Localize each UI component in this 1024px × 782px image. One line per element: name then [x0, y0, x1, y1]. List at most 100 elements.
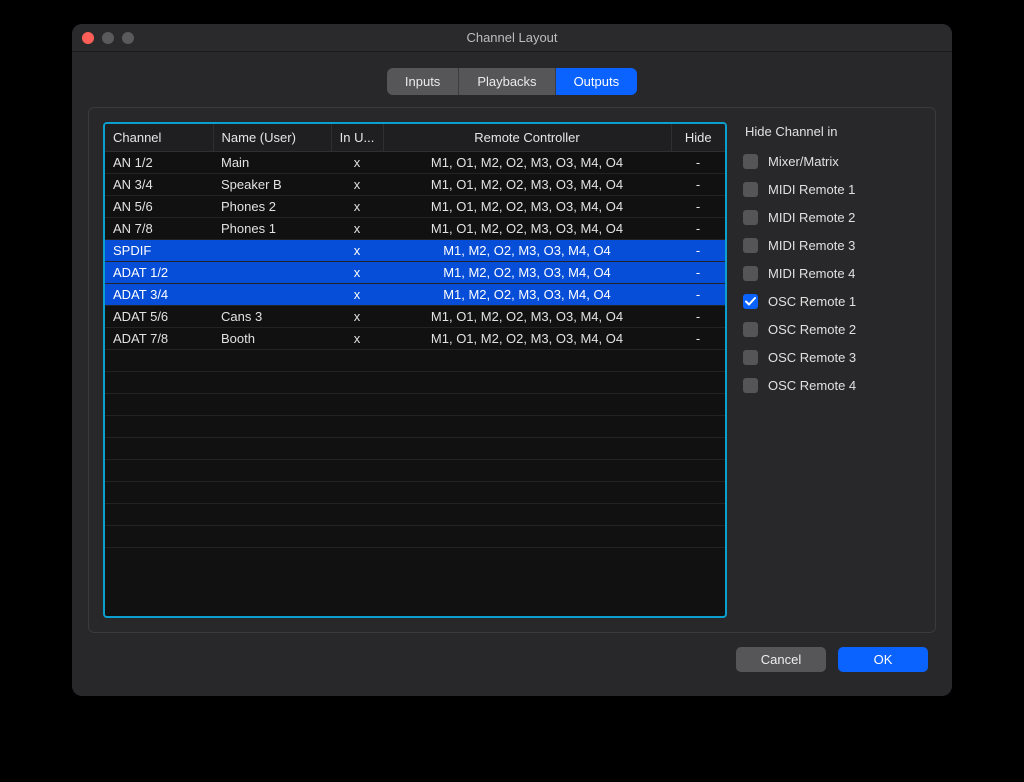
- checkbox-icon[interactable]: [743, 350, 758, 365]
- cell-name[interactable]: Speaker B: [213, 174, 331, 196]
- cell-inuse[interactable]: x: [331, 152, 383, 174]
- tab-playbacks[interactable]: Playbacks: [458, 68, 554, 95]
- cell-hide[interactable]: -: [671, 306, 725, 328]
- col-header-inuse[interactable]: In U...: [331, 124, 383, 152]
- cell-name[interactable]: Phones 2: [213, 196, 331, 218]
- cell-channel[interactable]: ADAT 7/8: [105, 328, 213, 350]
- table-row-empty: [105, 394, 725, 416]
- checkbox-icon[interactable]: [743, 210, 758, 225]
- checkbox-icon[interactable]: [743, 182, 758, 197]
- col-header-hide[interactable]: Hide: [671, 124, 725, 152]
- checkbox-label: OSC Remote 4: [768, 378, 856, 393]
- cell-remote[interactable]: M1, O1, M2, O2, M3, O3, M4, O4: [383, 174, 671, 196]
- checkbox-icon[interactable]: [743, 294, 758, 309]
- cell-channel[interactable]: ADAT 1/2: [105, 262, 213, 284]
- cell-inuse[interactable]: x: [331, 284, 383, 306]
- checkbox-label: Mixer/Matrix: [768, 154, 839, 169]
- checkbox-icon[interactable]: [743, 154, 758, 169]
- checkbox-label: OSC Remote 2: [768, 322, 856, 337]
- hide-option[interactable]: OSC Remote 3: [743, 350, 921, 365]
- titlebar: Channel Layout: [72, 24, 952, 52]
- cell-remote[interactable]: M1, M2, O2, M3, O3, M4, O4: [383, 284, 671, 306]
- cell-channel[interactable]: ADAT 5/6: [105, 306, 213, 328]
- table-row[interactable]: SPDIF xM1, M2, O2, M3, O3, M4, O4-: [105, 240, 725, 262]
- cell-hide[interactable]: -: [671, 240, 725, 262]
- hide-option[interactable]: MIDI Remote 2: [743, 210, 921, 225]
- cell-inuse[interactable]: x: [331, 262, 383, 284]
- sidebar-title: Hide Channel in: [743, 124, 921, 139]
- checkbox-label: MIDI Remote 1: [768, 182, 855, 197]
- cell-inuse[interactable]: x: [331, 306, 383, 328]
- cell-channel[interactable]: AN 3/4: [105, 174, 213, 196]
- cell-remote[interactable]: M1, O1, M2, O2, M3, O3, M4, O4: [383, 152, 671, 174]
- cell-name[interactable]: [213, 240, 331, 262]
- table-row-empty: [105, 504, 725, 526]
- checkbox-icon[interactable]: [743, 378, 758, 393]
- cell-inuse[interactable]: x: [331, 196, 383, 218]
- col-header-channel[interactable]: Channel: [105, 124, 213, 152]
- cell-hide[interactable]: -: [671, 196, 725, 218]
- table-row-empty: [105, 438, 725, 460]
- cell-name[interactable]: Main: [213, 152, 331, 174]
- table-row[interactable]: AN 5/6Phones 2xM1, O1, M2, O2, M3, O3, M…: [105, 196, 725, 218]
- cell-remote[interactable]: M1, O1, M2, O2, M3, O3, M4, O4: [383, 218, 671, 240]
- cell-inuse[interactable]: x: [331, 328, 383, 350]
- cell-remote[interactable]: M1, M2, O2, M3, O3, M4, O4: [383, 262, 671, 284]
- checkbox-icon[interactable]: [743, 266, 758, 281]
- checkbox-icon[interactable]: [743, 238, 758, 253]
- col-header-name[interactable]: Name (User): [213, 124, 331, 152]
- checkbox-label: OSC Remote 3: [768, 350, 856, 365]
- cell-channel[interactable]: AN 7/8: [105, 218, 213, 240]
- cell-name[interactable]: [213, 284, 331, 306]
- cell-hide[interactable]: -: [671, 284, 725, 306]
- cell-hide[interactable]: -: [671, 218, 725, 240]
- table-row[interactable]: ADAT 5/6Cans 3xM1, O1, M2, O2, M3, O3, M…: [105, 306, 725, 328]
- channel-table[interactable]: Channel Name (User) In U... Remote Contr…: [105, 124, 725, 548]
- cell-channel[interactable]: AN 5/6: [105, 196, 213, 218]
- cell-inuse[interactable]: x: [331, 218, 383, 240]
- hide-option[interactable]: OSC Remote 1: [743, 294, 921, 309]
- cell-name[interactable]: [213, 262, 331, 284]
- checkbox-label: OSC Remote 1: [768, 294, 856, 309]
- hide-option[interactable]: MIDI Remote 3: [743, 238, 921, 253]
- checkbox-label: MIDI Remote 2: [768, 210, 855, 225]
- hide-option[interactable]: OSC Remote 4: [743, 378, 921, 393]
- cell-hide[interactable]: -: [671, 174, 725, 196]
- cell-name[interactable]: Cans 3: [213, 306, 331, 328]
- table-row-empty: [105, 350, 725, 372]
- table-row[interactable]: AN 3/4Speaker BxM1, O1, M2, O2, M3, O3, …: [105, 174, 725, 196]
- col-header-remote[interactable]: Remote Controller: [383, 124, 671, 152]
- cell-channel[interactable]: SPDIF: [105, 240, 213, 262]
- cell-inuse[interactable]: x: [331, 240, 383, 262]
- cell-name[interactable]: Booth: [213, 328, 331, 350]
- checkbox-icon[interactable]: [743, 322, 758, 337]
- table-row[interactable]: ADAT 7/8BoothxM1, O1, M2, O2, M3, O3, M4…: [105, 328, 725, 350]
- cell-hide[interactable]: -: [671, 328, 725, 350]
- cell-name[interactable]: Phones 1: [213, 218, 331, 240]
- table-row[interactable]: ADAT 1/2 xM1, M2, O2, M3, O3, M4, O4-: [105, 262, 725, 284]
- hide-option[interactable]: Mixer/Matrix: [743, 154, 921, 169]
- hide-option[interactable]: MIDI Remote 1: [743, 182, 921, 197]
- cell-remote[interactable]: M1, M2, O2, M3, O3, M4, O4: [383, 240, 671, 262]
- table-row[interactable]: AN 1/2MainxM1, O1, M2, O2, M3, O3, M4, O…: [105, 152, 725, 174]
- tab-inputs[interactable]: Inputs: [387, 68, 458, 95]
- cell-channel[interactable]: ADAT 3/4: [105, 284, 213, 306]
- cell-inuse[interactable]: x: [331, 174, 383, 196]
- cell-channel[interactable]: AN 1/2: [105, 152, 213, 174]
- main-panel: Channel Name (User) In U... Remote Contr…: [88, 107, 936, 633]
- table-row[interactable]: ADAT 3/4 xM1, M2, O2, M3, O3, M4, O4-: [105, 284, 725, 306]
- cell-remote[interactable]: M1, O1, M2, O2, M3, O3, M4, O4: [383, 328, 671, 350]
- cell-hide[interactable]: -: [671, 262, 725, 284]
- channel-table-container: Channel Name (User) In U... Remote Contr…: [103, 122, 727, 618]
- hide-option[interactable]: OSC Remote 2: [743, 322, 921, 337]
- table-row[interactable]: AN 7/8Phones 1xM1, O1, M2, O2, M3, O3, M…: [105, 218, 725, 240]
- cancel-button[interactable]: Cancel: [736, 647, 826, 672]
- tab-outputs[interactable]: Outputs: [555, 68, 638, 95]
- hide-channel-sidebar: Hide Channel in Mixer/Matrix MIDI Remote …: [743, 122, 921, 618]
- ok-button[interactable]: OK: [838, 647, 928, 672]
- cell-hide[interactable]: -: [671, 152, 725, 174]
- cell-remote[interactable]: M1, O1, M2, O2, M3, O3, M4, O4: [383, 196, 671, 218]
- cell-remote[interactable]: M1, O1, M2, O2, M3, O3, M4, O4: [383, 306, 671, 328]
- hide-option[interactable]: MIDI Remote 4: [743, 266, 921, 281]
- dialog-actions: Cancel OK: [88, 633, 936, 680]
